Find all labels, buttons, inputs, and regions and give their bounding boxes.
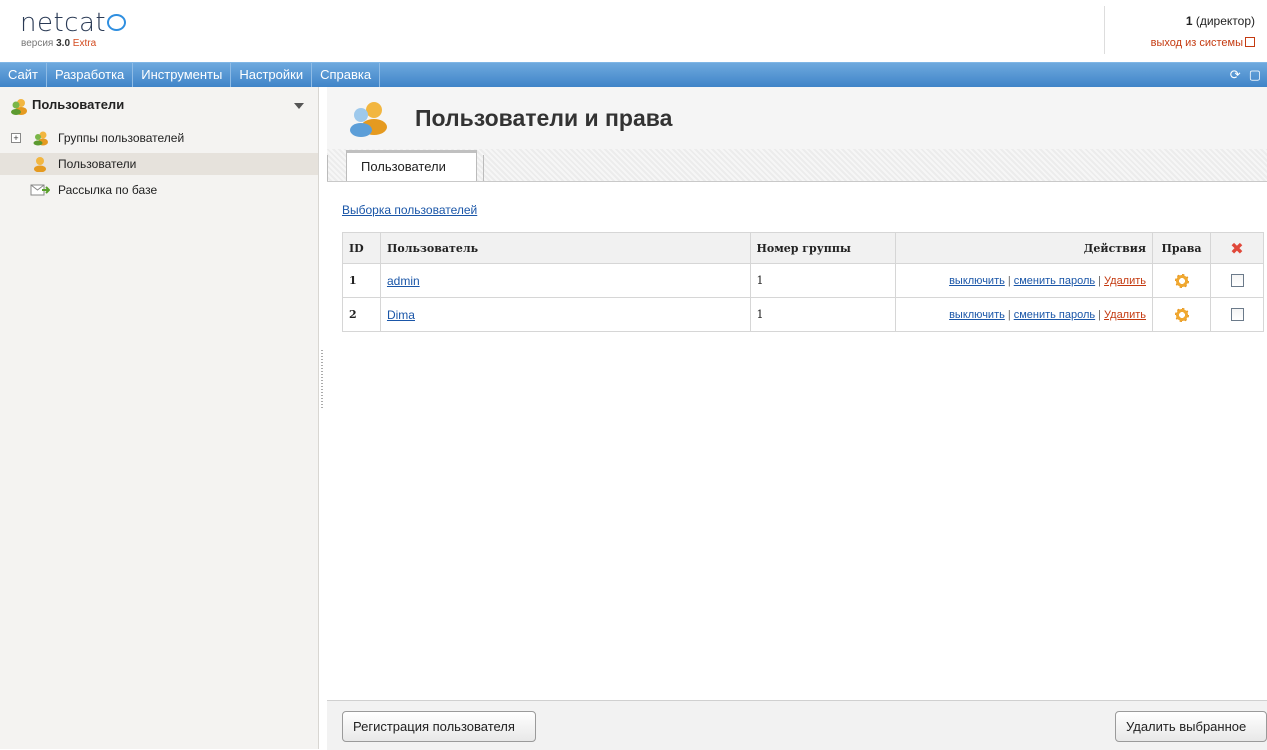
column-header-delete: ✖ xyxy=(1210,232,1264,264)
cell-rights xyxy=(1152,297,1211,332)
tab-bar: Пользователи xyxy=(327,149,1267,182)
main-menu: Сайт Разработка Инструменты Настройки Сп… xyxy=(0,62,1267,87)
sidebar-item-label: Группы пользователей xyxy=(58,131,185,145)
row-checkbox[interactable] xyxy=(1230,274,1244,288)
main-content: Пользователи и права Пользователи Выборк… xyxy=(327,87,1267,750)
disable-link[interactable]: выключить xyxy=(949,309,1005,321)
menu-tools[interactable]: Инструменты xyxy=(133,63,232,87)
expand-icon[interactable]: + xyxy=(11,133,21,143)
sidebar-splitter[interactable] xyxy=(321,350,323,410)
disable-link[interactable]: выключить xyxy=(949,275,1005,287)
sidebar-item-label: Рассылка по базе xyxy=(58,183,158,197)
page-title: Пользователи и права xyxy=(415,105,673,131)
version-label: версия 3.0 Extra xyxy=(21,38,97,49)
footer-bar: Регистрация пользователя Удалить выбранн… xyxy=(327,700,1267,750)
user-icon xyxy=(34,157,46,172)
tab-separator xyxy=(327,155,328,181)
gear-icon[interactable] xyxy=(1174,307,1189,322)
mail-icon xyxy=(30,184,50,196)
sidebar-item-mailing[interactable]: Рассылка по базе xyxy=(0,179,318,201)
delete-x-icon: ✖ xyxy=(1230,238,1244,258)
cell-user: admin xyxy=(379,263,751,298)
cell-group: 1 xyxy=(749,297,897,332)
sidebar-title: Пользователи xyxy=(32,97,125,112)
users-table: ID Пользователь Номер группы Действия Пр… xyxy=(342,232,1264,332)
user-id: 1 xyxy=(1185,14,1193,28)
user-role: (директор) xyxy=(1195,14,1255,28)
sidebar: Пользователи + Группы пользователей Поль… xyxy=(0,87,319,749)
sidebar-item-users[interactable]: Пользователи xyxy=(0,153,318,175)
user-group-icon xyxy=(33,131,48,146)
refresh-icon[interactable]: ⟳ xyxy=(1230,67,1241,82)
delete-selected-button[interactable]: Удалить выбранное xyxy=(1115,711,1267,742)
menu-settings[interactable]: Настройки xyxy=(231,63,313,87)
cell-actions: выключить | сменить пароль | Удалить xyxy=(895,263,1154,298)
table-header-row: ID Пользователь Номер группы Действия Пр… xyxy=(342,232,1264,264)
register-user-button[interactable]: Регистрация пользователя xyxy=(342,711,536,742)
delete-link[interactable]: Удалить xyxy=(1104,275,1146,287)
tab-users[interactable]: Пользователи xyxy=(346,150,477,181)
menubar-icons: ⟳ ▢ xyxy=(1222,63,1261,87)
chat-icon[interactable]: ▢ xyxy=(1249,67,1261,82)
chevron-down-icon[interactable] xyxy=(294,103,304,109)
menu-site[interactable]: Сайт xyxy=(0,63,47,87)
cell-select xyxy=(1210,263,1264,298)
column-header-group: Номер группы xyxy=(749,232,897,264)
current-user: 1 (директор) xyxy=(1186,14,1255,28)
column-header-user: Пользователь xyxy=(379,232,751,264)
sidebar-header[interactable]: Пользователи xyxy=(0,87,318,125)
logout-link[interactable]: выход из системы xyxy=(1151,36,1255,49)
row-checkbox[interactable] xyxy=(1230,308,1244,322)
header: netcat версия 3.0 Extra 1 (директор) вых… xyxy=(0,0,1267,60)
cat-logo-icon xyxy=(107,14,127,31)
cell-id: 2 xyxy=(342,297,381,332)
cell-actions: выключить | сменить пароль | Удалить xyxy=(895,297,1154,332)
user-link[interactable]: Dima xyxy=(387,308,415,322)
column-header-rights: Права xyxy=(1152,232,1211,264)
users-icon xyxy=(350,102,387,137)
header-divider xyxy=(1104,6,1105,54)
column-header-actions: Действия xyxy=(895,232,1154,264)
cell-user: Dima xyxy=(379,297,751,332)
table-row: 2 Dima 1 выключить | сменить пароль | Удалит… xyxy=(342,297,1264,332)
netcat-logo[interactable]: netcat xyxy=(20,10,127,36)
menu-help[interactable]: Справка xyxy=(312,63,381,87)
column-header-id: ID xyxy=(342,232,381,264)
cell-select xyxy=(1210,297,1264,332)
logout-icon xyxy=(1245,37,1255,47)
delete-link[interactable]: Удалить xyxy=(1104,309,1146,321)
menu-development[interactable]: Разработка xyxy=(47,63,134,87)
title-area: Пользователи и права xyxy=(327,87,1267,149)
users-icon xyxy=(11,99,27,115)
change-password-link[interactable]: сменить пароль xyxy=(1014,309,1095,321)
change-password-link[interactable]: сменить пароль xyxy=(1014,275,1095,287)
gear-icon[interactable] xyxy=(1174,273,1189,288)
table-row: 1 admin 1 выключить | сменить пароль | Удали… xyxy=(342,263,1264,298)
cell-id: 1 xyxy=(342,263,381,298)
user-link[interactable]: admin xyxy=(387,274,420,288)
sidebar-item-label: Пользователи xyxy=(58,157,137,171)
cell-rights xyxy=(1152,263,1211,298)
tab-separator xyxy=(483,155,484,181)
sidebar-item-user-groups[interactable]: + Группы пользователей xyxy=(0,127,318,149)
user-selection-link[interactable]: Выборка пользователей xyxy=(342,203,477,217)
cell-group: 1 xyxy=(749,263,897,298)
